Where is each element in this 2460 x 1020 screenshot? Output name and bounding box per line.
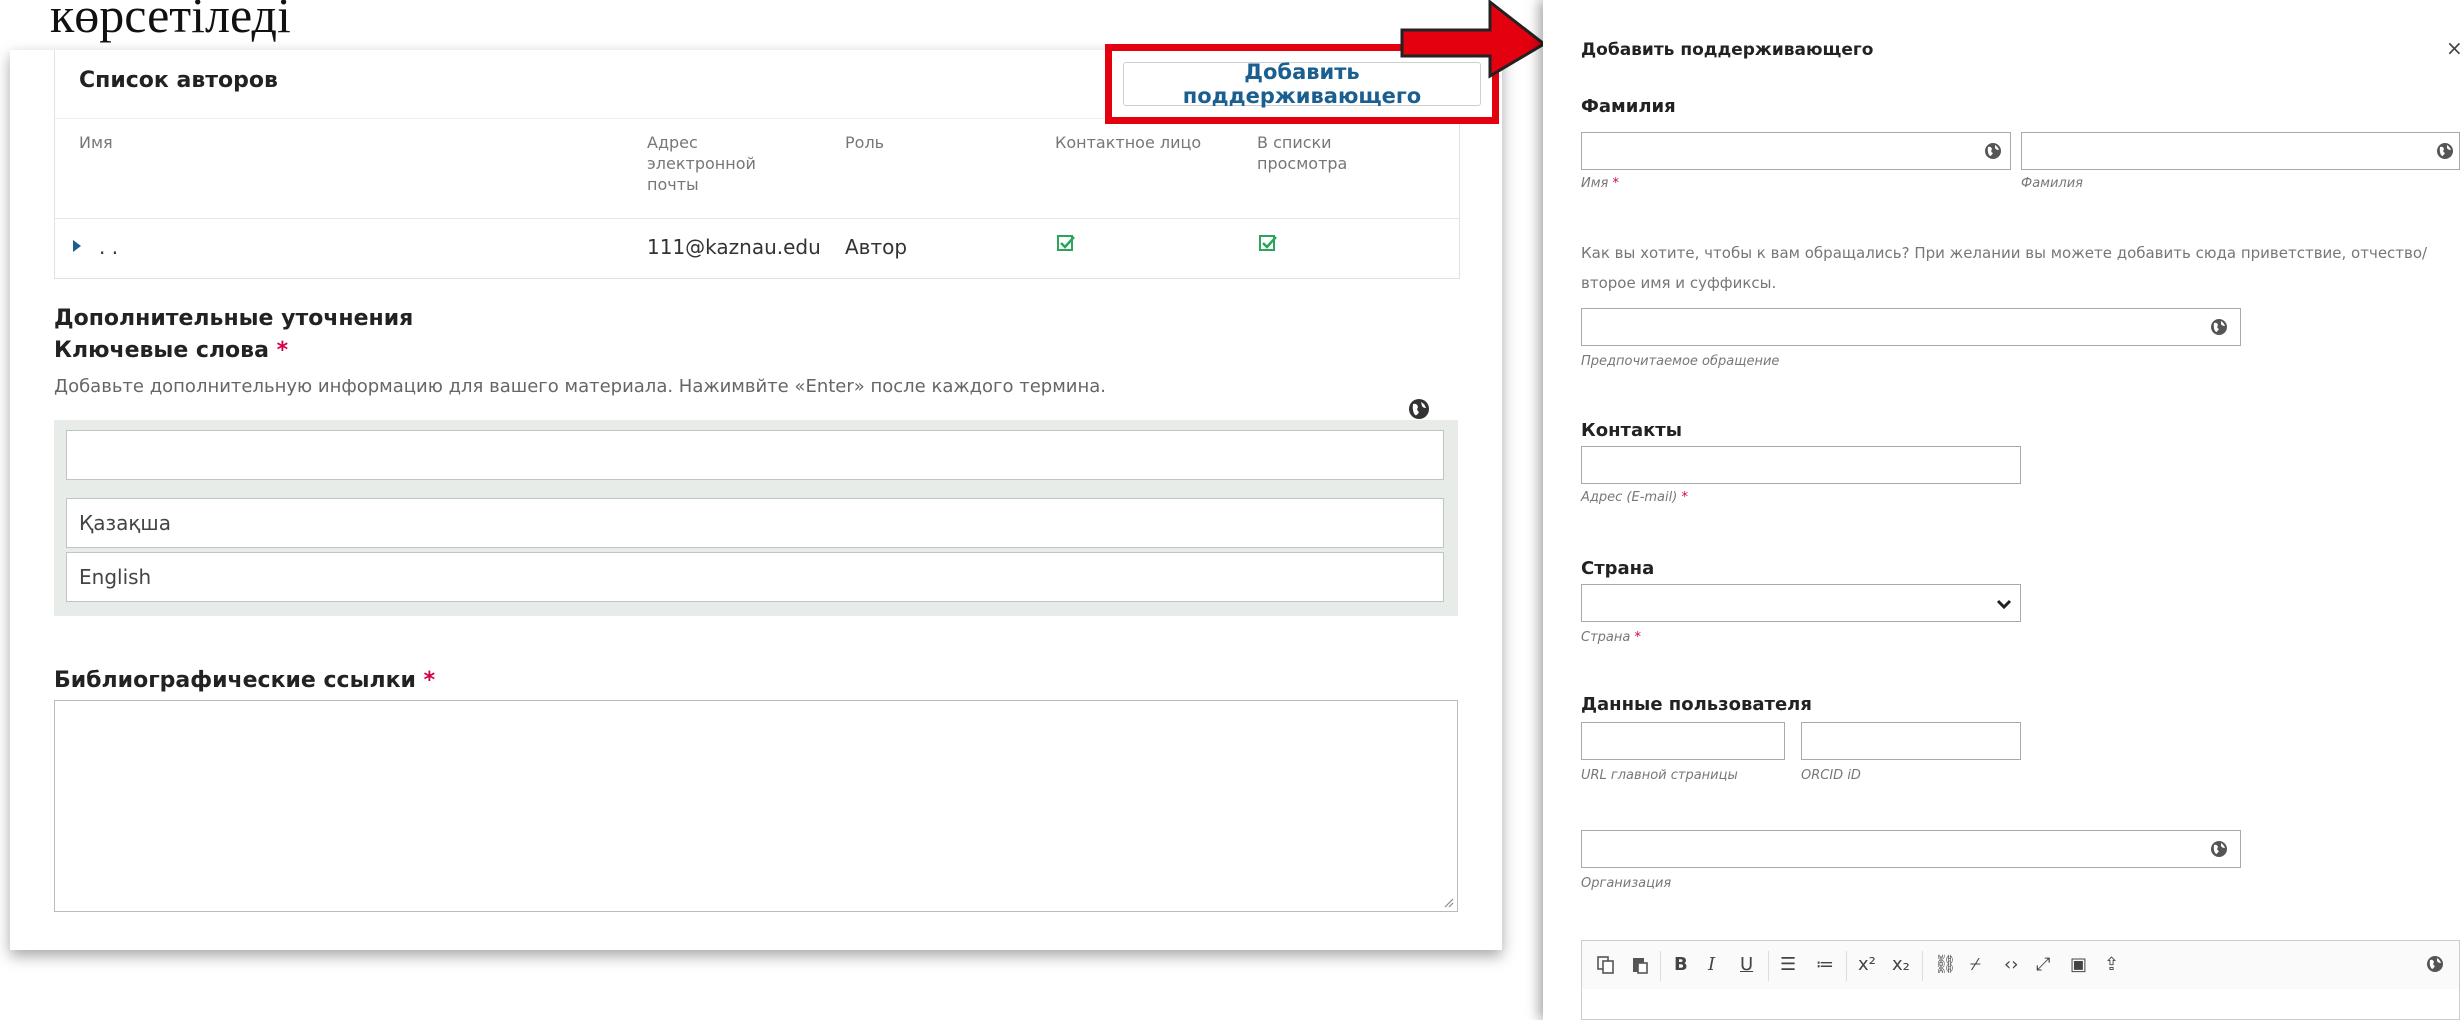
image-icon[interactable]: ▣ [2070, 953, 2087, 977]
organization-hint: Организация [1581, 876, 1672, 891]
submission-form-panel: Список авторов Имя Адрес электронной поч… [10, 44, 1502, 950]
bullet-list-icon[interactable]: ☰ [1780, 953, 1796, 977]
expand-triangle-icon[interactable] [73, 240, 81, 252]
column-visible: В списки просмотра [1257, 133, 1348, 173]
country-label: Страна [1581, 558, 1655, 579]
toolbar-separator [1846, 951, 1847, 981]
fullscreen-icon[interactable]: ⤢ [2036, 953, 2050, 977]
surname-input[interactable] [2021, 132, 2460, 170]
keywords-multilingual: Қазақша English [54, 420, 1458, 616]
globe-icon[interactable] [2210, 318, 2228, 336]
surname-section-label: Фамилия [1581, 96, 1676, 117]
editor-toolbar: B I U ☰ ≔ x² x₂ ⛓ ⌿ ‹› ⤢ ▣ ⇪ [1581, 940, 2460, 990]
salutation-help-line2: второе имя и суффиксы. [1581, 274, 1777, 292]
visible-check-icon[interactable] [1259, 234, 1277, 252]
contact-check-icon[interactable] [1057, 234, 1075, 252]
close-icon[interactable]: × [2446, 36, 2460, 60]
author-role: Автор [845, 235, 908, 259]
globe-icon[interactable] [2436, 142, 2454, 160]
keywords-input-english[interactable]: English [66, 552, 1444, 602]
italic-icon[interactable]: I [1708, 953, 1715, 977]
user-data-label: Данные пользователя [1581, 694, 1812, 715]
contacts-label: Контакты [1581, 420, 1683, 441]
country-select[interactable] [1581, 584, 2021, 622]
authors-list: Список авторов Имя Адрес электронной поч… [54, 44, 1499, 279]
chevron-down-icon[interactable] [1996, 598, 2012, 610]
dialog-title: Добавить поддерживающего [1581, 40, 1874, 60]
first-name-input[interactable] [1581, 132, 2011, 170]
caption-text: көрсетіледі [50, 0, 291, 43]
first-name-hint: Имя * [1581, 176, 1619, 191]
link-icon[interactable]: ⛓ [1934, 953, 1957, 977]
authors-title: Список авторов [79, 68, 278, 93]
keywords-help: Добавьте дополнительную информацию для в… [54, 376, 1107, 397]
salutation-help-line1: Как вы хотите, чтобы к вам обращались? П… [1581, 244, 2428, 262]
preferred-salutation-hint: Предпочитаемое обращение [1581, 354, 1780, 369]
homepage-url-input[interactable] [1581, 722, 1785, 760]
row-divider [55, 218, 1459, 219]
copy-icon[interactable] [1596, 955, 1616, 975]
superscript-icon[interactable]: x² [1858, 953, 1876, 977]
extra-title: Дополнительные уточнения [54, 306, 414, 331]
homepage-url-hint: URL главной страницы [1581, 768, 1738, 783]
keywords-input-kazakh[interactable]: Қазақша [66, 498, 1444, 548]
globe-icon[interactable] [2426, 955, 2444, 973]
keywords-input-russian[interactable] [66, 430, 1444, 480]
email-hint: Адрес (E-mail) * [1581, 490, 1688, 505]
toolbar-separator [1922, 951, 1923, 981]
orcid-hint: ORCID iD [1801, 768, 1861, 783]
globe-icon[interactable] [1408, 398, 1430, 420]
bold-icon[interactable]: B [1674, 953, 1688, 977]
resize-grip-icon[interactable] [1442, 896, 1454, 908]
globe-icon[interactable] [1984, 142, 2002, 160]
column-role: Роль [845, 133, 885, 152]
numbered-list-icon[interactable]: ≔ [1816, 953, 1834, 977]
keywords-label: Ключевые слова * [54, 338, 289, 363]
add-contributor-dialog: Добавить поддерживающего × Фамилия Имя *… [1543, 0, 2460, 1020]
unlink-icon[interactable]: ⌿ [1970, 953, 1981, 977]
column-email: Адрес электронной почты [647, 133, 756, 194]
author-name: . . [99, 235, 119, 259]
red-arrow-icon [1400, 0, 1547, 79]
upload-icon[interactable]: ⇪ [2104, 953, 2119, 977]
code-icon[interactable]: ‹› [2004, 953, 2018, 977]
subscript-icon[interactable]: x₂ [1892, 953, 1910, 977]
biblio-label: Библиографические ссылки * [54, 668, 436, 693]
column-name: Имя [79, 133, 113, 152]
organization-input[interactable] [1581, 830, 2241, 868]
author-email: 111@kaznau.edu [647, 235, 821, 259]
globe-icon[interactable] [2210, 840, 2228, 858]
toolbar-separator [1768, 951, 1769, 981]
underline-icon[interactable]: U [1740, 953, 1753, 977]
toolbar-separator [1660, 951, 1661, 981]
email-input[interactable] [1581, 446, 2021, 484]
surname-hint: Фамилия [2021, 176, 2083, 191]
paste-icon[interactable] [1630, 955, 1650, 975]
orcid-input[interactable] [1801, 722, 2021, 760]
biblio-textarea[interactable] [54, 700, 1458, 912]
column-contact: Контактное лицо [1055, 133, 1202, 152]
country-hint: Страна * [1581, 630, 1641, 645]
rich-text-editor[interactable] [1581, 989, 2460, 1020]
preferred-salutation-input[interactable] [1581, 308, 2241, 346]
